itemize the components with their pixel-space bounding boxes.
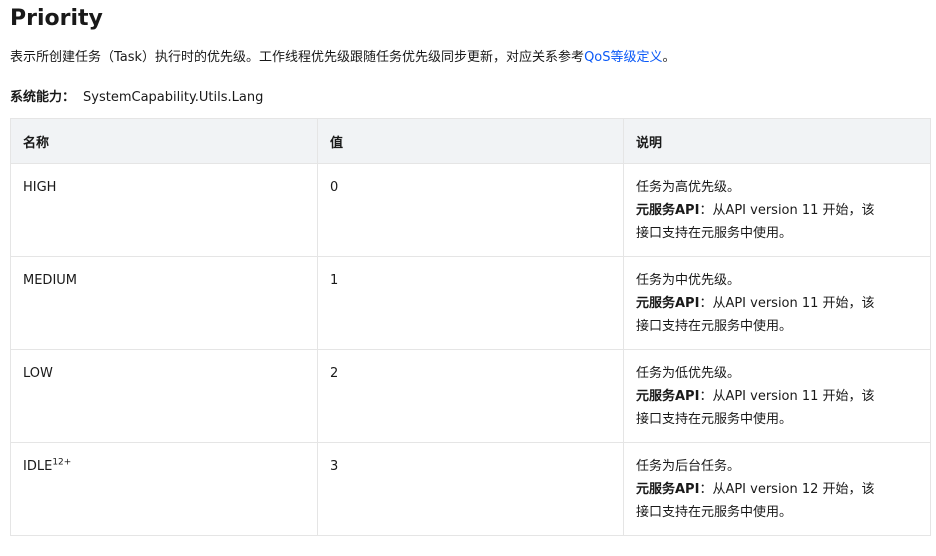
table-row: HIGH 0 任务为高优先级。 元服务API：从API version 11 开… xyxy=(10,163,931,257)
enum-name: LOW xyxy=(23,366,53,381)
cell-name: IDLE12+ xyxy=(10,442,318,536)
header-value: 值 xyxy=(317,118,624,164)
atomic-service-text-cont: 接口支持在元服务中使用。 xyxy=(636,412,793,427)
enum-name: IDLE xyxy=(23,459,53,474)
system-capability: 系统能力： SystemCapability.Utils.Lang xyxy=(10,88,930,108)
atomic-service-label: 元服务API xyxy=(636,296,700,311)
description-text: 表示所创建任务（Task）执行时的优先级。工作线程优先级跟随任务优先级同步更新，… xyxy=(10,50,585,65)
atomic-service-label: 元服务API xyxy=(636,203,700,218)
description-text: 任务为中优先级。 xyxy=(636,273,741,288)
atomic-service-label: 元服务API xyxy=(636,389,700,404)
atomic-service-text-cont: 接口支持在元服务中使用。 xyxy=(636,319,793,334)
enum-name: HIGH xyxy=(23,180,57,195)
cell-value: 3 xyxy=(317,442,624,536)
cell-name: LOW xyxy=(10,349,318,443)
atomic-service-note: 元服务API：从API version 11 开始，该 xyxy=(636,199,918,222)
description-text: 任务为高优先级。 xyxy=(636,180,741,195)
doc-page: Priority 表示所创建任务（Task）执行时的优先级。工作线程优先级跟随任… xyxy=(0,0,936,556)
table-row: LOW 2 任务为低优先级。 元服务API：从API version 11 开始… xyxy=(10,349,931,443)
cell-description: 任务为后台任务。 元服务API：从API version 12 开始，该 接口支… xyxy=(623,442,931,536)
atomic-service-label: 元服务API xyxy=(636,482,700,497)
enum-name: MEDIUM xyxy=(23,273,78,288)
syscap-value: SystemCapability.Utils.Lang xyxy=(83,90,264,105)
qos-level-link[interactable]: QoS等级定义 xyxy=(584,50,662,65)
header-name: 名称 xyxy=(10,118,318,164)
cell-description: 任务为低优先级。 元服务API：从API version 11 开始，该 接口支… xyxy=(623,349,931,443)
syscap-label: 系统能力： xyxy=(10,90,76,105)
atomic-service-text-cont: 接口支持在元服务中使用。 xyxy=(636,226,793,241)
cell-description: 任务为中优先级。 元服务API：从API version 11 开始，该 接口支… xyxy=(623,256,931,350)
cell-value: 1 xyxy=(317,256,624,350)
description-text: 任务为低优先级。 xyxy=(636,366,741,381)
atomic-service-text-cont: 接口支持在元服务中使用。 xyxy=(636,505,793,520)
priority-enum-table: 名称 值 说明 HIGH 0 任务为高优先级。 元服务API：从API vers… xyxy=(10,118,931,536)
atomic-service-text: ：从API version 11 开始，该 xyxy=(699,296,875,311)
atomic-service-note: 元服务API：从API version 12 开始，该 xyxy=(636,478,918,501)
cell-name: MEDIUM xyxy=(10,256,318,350)
table-row: IDLE12+ 3 任务为后台任务。 元服务API：从API version 1… xyxy=(10,442,931,536)
atomic-service-text: ：从API version 12 开始，该 xyxy=(699,482,875,497)
description-text: 任务为后台任务。 xyxy=(636,459,741,474)
description-end: 。 xyxy=(662,50,676,65)
cell-value: 0 xyxy=(317,163,624,257)
header-description: 说明 xyxy=(623,118,931,164)
atomic-service-note: 元服务API：从API version 11 开始，该 xyxy=(636,292,918,315)
table-row: MEDIUM 1 任务为中优先级。 元服务API：从API version 11… xyxy=(10,256,931,350)
table-header-row: 名称 值 说明 xyxy=(10,118,931,164)
atomic-service-text: ：从API version 11 开始，该 xyxy=(699,389,875,404)
cell-value: 2 xyxy=(317,349,624,443)
atomic-service-note: 元服务API：从API version 11 开始，该 xyxy=(636,385,918,408)
page-title: Priority xyxy=(10,6,103,31)
version-superscript: 12+ xyxy=(52,457,72,468)
atomic-service-text: ：从API version 11 开始，该 xyxy=(699,203,875,218)
cell-description: 任务为高优先级。 元服务API：从API version 11 开始，该 接口支… xyxy=(623,163,931,257)
priority-description: 表示所创建任务（Task）执行时的优先级。工作线程优先级跟随任务优先级同步更新，… xyxy=(10,48,930,68)
cell-name: HIGH xyxy=(10,163,318,257)
